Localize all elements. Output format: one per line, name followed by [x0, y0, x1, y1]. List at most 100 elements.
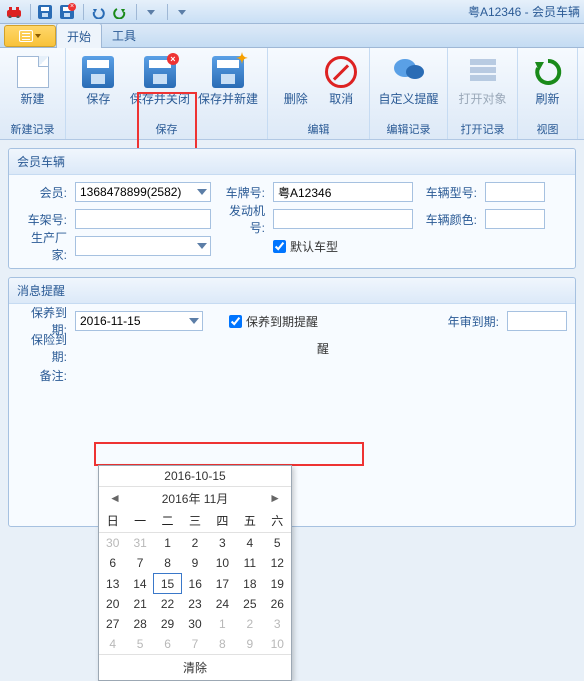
- note-label: 备注:: [17, 367, 71, 384]
- open-icon: [467, 56, 499, 88]
- dp-day-cell[interactable]: 17: [209, 574, 236, 594]
- dp-day-cell[interactable]: 6: [99, 553, 126, 574]
- ins-remind-tail: 醒: [317, 340, 329, 357]
- dp-dow-cell: 五: [236, 509, 263, 533]
- cancel-icon: [325, 56, 357, 88]
- dp-day-cell[interactable]: 12: [264, 553, 291, 574]
- annual-input[interactable]: [507, 311, 567, 331]
- qat-dropdown-icon-2[interactable]: [172, 2, 192, 22]
- engine-input[interactable]: [273, 209, 413, 229]
- dp-day-cell[interactable]: 6: [154, 634, 181, 654]
- default-type-input[interactable]: [273, 240, 286, 253]
- datepicker-popup[interactable]: 2016-10-15 ◄ 2016年 11月 ► 日一二三四五六 3031123…: [98, 465, 292, 681]
- dp-day-cell[interactable]: 8: [209, 634, 236, 654]
- maint-remind-input[interactable]: [229, 315, 242, 328]
- engine-label: 发动机号:: [215, 202, 269, 236]
- save-new-button[interactable]: ✦ 保存并新建: [195, 52, 261, 106]
- dp-day-cell[interactable]: 3: [264, 614, 291, 634]
- new-icon: [17, 56, 49, 88]
- dp-clear-button[interactable]: 清除: [99, 654, 291, 680]
- dp-day-cell[interactable]: 15: [154, 574, 181, 594]
- dp-day-cell[interactable]: 23: [181, 594, 208, 615]
- dp-day-cell[interactable]: 25: [236, 594, 263, 615]
- dp-grid: 日一二三四五六 30311234567891011121314151617181…: [99, 509, 291, 654]
- dp-day-cell[interactable]: 13: [99, 574, 126, 594]
- chat-icon: [393, 56, 425, 88]
- save-close-icon: ×: [144, 56, 176, 88]
- dp-day-cell[interactable]: 20: [99, 594, 126, 615]
- dp-day-cell[interactable]: 11: [236, 553, 263, 574]
- delete-icon: [280, 56, 312, 88]
- color-label: 车辆颜色:: [417, 211, 481, 228]
- default-type-checkbox[interactable]: 默认车型: [273, 238, 338, 255]
- dp-dow-cell: 三: [181, 509, 208, 533]
- vin-input[interactable]: [75, 209, 211, 229]
- dp-month-title[interactable]: 2016年 11月: [162, 490, 229, 507]
- qat-dropdown-icon[interactable]: [141, 2, 161, 22]
- dp-day-cell[interactable]: 10: [264, 634, 291, 654]
- dp-day-cell[interactable]: 22: [154, 594, 181, 615]
- qat-save-icon[interactable]: [35, 2, 55, 22]
- custom-remind-button[interactable]: 自定义提醒: [376, 52, 441, 106]
- model-label: 车辆型号:: [417, 184, 481, 201]
- qat-redo-icon[interactable]: [110, 2, 130, 22]
- maker-label: 生产厂家:: [17, 229, 71, 263]
- dp-day-cell[interactable]: 28: [126, 614, 153, 634]
- dp-day-cell[interactable]: 27: [99, 614, 126, 634]
- member-label: 会员:: [17, 184, 71, 201]
- dp-dow-cell: 一: [126, 509, 153, 533]
- open-object-button[interactable]: 打开对象: [454, 52, 511, 106]
- group-view: 视图: [518, 121, 577, 139]
- refresh-button[interactable]: 刷新: [524, 52, 571, 106]
- member-input[interactable]: [75, 182, 211, 202]
- chevron-down-icon: [35, 34, 41, 38]
- group-save: 保存: [66, 121, 267, 139]
- dp-day-cell[interactable]: 30: [181, 614, 208, 634]
- dp-day-cell[interactable]: 24: [209, 594, 236, 615]
- dp-day-cell[interactable]: 19: [264, 574, 291, 594]
- plate-label: 车牌号:: [215, 184, 269, 201]
- maker-input[interactable]: [75, 236, 211, 256]
- dp-day-cell[interactable]: 29: [154, 614, 181, 634]
- dp-dow-cell: 四: [209, 509, 236, 533]
- dp-day-cell[interactable]: 1: [209, 614, 236, 634]
- dp-day-cell[interactable]: 2: [236, 614, 263, 634]
- annual-label: 年审到期:: [439, 313, 503, 330]
- dp-day-cell[interactable]: 18: [236, 574, 263, 594]
- dp-day-cell[interactable]: 21: [126, 594, 153, 615]
- maint-remind-checkbox[interactable]: 保养到期提醒: [229, 313, 318, 330]
- new-button[interactable]: 新建: [6, 52, 59, 106]
- tab-tools[interactable]: 工具: [102, 23, 146, 48]
- maint-date-input[interactable]: [75, 311, 203, 331]
- qat-save-close-icon[interactable]: ×: [57, 2, 77, 22]
- delete-button[interactable]: 删除: [274, 52, 318, 106]
- dp-day-cell[interactable]: 9: [236, 634, 263, 654]
- dp-day-cell[interactable]: 9: [181, 553, 208, 574]
- tab-start[interactable]: 开始: [56, 23, 102, 49]
- cancel-button[interactable]: 取消: [320, 52, 364, 106]
- color-input[interactable]: [485, 209, 545, 229]
- refresh-icon: [532, 56, 564, 88]
- file-menu-button[interactable]: [4, 25, 56, 47]
- save-icon: [82, 56, 114, 88]
- dp-day-cell[interactable]: 16: [181, 574, 208, 594]
- group-edit: 编辑: [268, 121, 369, 139]
- dp-day-cell[interactable]: 7: [181, 634, 208, 654]
- dp-day-cell[interactable]: 10: [209, 553, 236, 574]
- list-icon: [19, 30, 33, 42]
- dp-day-cell[interactable]: 7: [126, 553, 153, 574]
- plate-input[interactable]: [273, 182, 413, 202]
- panel-remind-title: 消息提醒: [9, 278, 575, 304]
- dp-day-cell[interactable]: 8: [154, 553, 181, 574]
- dp-day-cell[interactable]: 4: [99, 634, 126, 654]
- save-close-button[interactable]: × 保存并关闭: [127, 52, 193, 106]
- dp-day-cell[interactable]: 5: [126, 634, 153, 654]
- qat-undo-icon[interactable]: [88, 2, 108, 22]
- dp-day-cell[interactable]: 14: [126, 574, 153, 594]
- dp-today: 2016-10-15: [99, 466, 291, 487]
- dp-day-cell[interactable]: 26: [264, 594, 291, 615]
- dp-next-icon[interactable]: ►: [265, 489, 285, 507]
- save-button[interactable]: 保存: [72, 52, 125, 106]
- model-input[interactable]: [485, 182, 545, 202]
- dp-prev-icon[interactable]: ◄: [105, 489, 125, 507]
